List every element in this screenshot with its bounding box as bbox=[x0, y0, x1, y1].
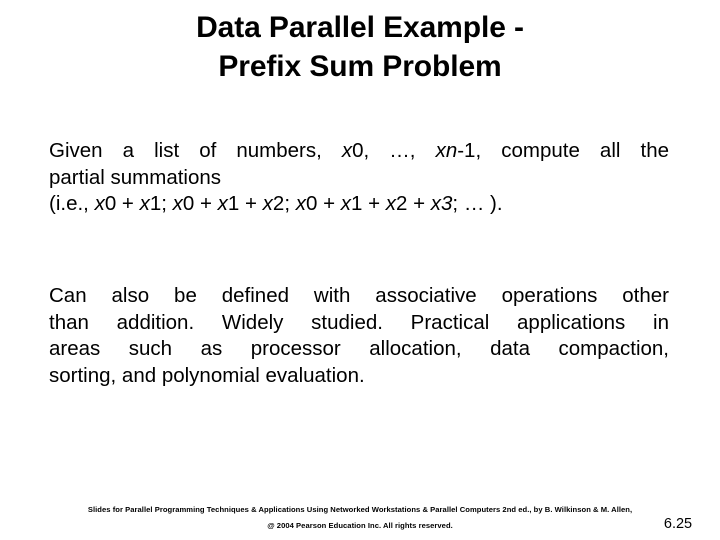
math-variable-index: 3 bbox=[441, 192, 453, 215]
footer-copyright-line: @ 2004 Pearson Education Inc. All rights… bbox=[267, 521, 453, 530]
math-variable-x: x bbox=[430, 192, 442, 215]
math-variable-x: x bbox=[172, 192, 183, 215]
text-run: 0 + bbox=[104, 192, 140, 215]
math-variable-x: x bbox=[217, 192, 228, 215]
slide-title-line-1: Data Parallel Example - bbox=[196, 11, 524, 44]
text-run: 0 + bbox=[182, 192, 218, 215]
text-run: 1; bbox=[149, 192, 173, 215]
body-paragraph-two: Can also be defined with associative ope… bbox=[49, 283, 669, 389]
paragraph-one-line-2: partial summations bbox=[49, 165, 222, 189]
text-run: Given a list of numbers, bbox=[49, 139, 342, 162]
text-run: 1 + bbox=[227, 192, 263, 215]
text-run: 2; bbox=[272, 192, 296, 215]
slide-canvas: Data Parallel Example - Prefix Sum Probl… bbox=[0, 0, 720, 540]
math-variable-x: x bbox=[340, 192, 351, 215]
paragraph-two-line-4: sorting, and polynomial evaluation. bbox=[49, 363, 365, 387]
footer-credit-line: Slides for Parallel Programming Techniqu… bbox=[87, 505, 633, 514]
text-run: 1 + bbox=[350, 192, 386, 215]
text-run: 0, …, bbox=[352, 139, 436, 162]
body-paragraph-one: Given a list of numbers, x0, …, xn-1, co… bbox=[49, 138, 669, 218]
text-run: (i.e., bbox=[49, 192, 95, 215]
math-variable-x: x bbox=[295, 192, 306, 215]
text-run: ; … ). bbox=[452, 192, 503, 215]
math-variable-x: x bbox=[94, 192, 105, 215]
paragraph-two-line-1: Can also be defined with associative ope… bbox=[49, 284, 669, 307]
paragraph-one-line-1: Given a list of numbers, x0, …, xn-1, co… bbox=[49, 138, 669, 165]
text-run: 0 + bbox=[305, 192, 341, 215]
paragraph-two-line-3: areas such as processor allocation, data… bbox=[49, 337, 669, 360]
math-variable-xn: xn bbox=[435, 139, 458, 162]
page-number: 6.25 bbox=[663, 516, 693, 532]
math-variable-x: x bbox=[385, 192, 396, 215]
text-run: -1, compute all the bbox=[457, 139, 669, 162]
math-variable-x: x bbox=[262, 192, 273, 215]
paragraph-two-line-2: than addition. Widely studied. Practical… bbox=[49, 310, 669, 334]
slide-title: Data Parallel Example - Prefix Sum Probl… bbox=[60, 8, 660, 86]
slide-title-line-2: Prefix Sum Problem bbox=[218, 50, 502, 83]
math-variable-x: x bbox=[139, 192, 150, 215]
text-run: 2 + bbox=[396, 192, 431, 215]
math-variable-x: x bbox=[341, 139, 353, 162]
paragraph-one-line-3: (i.e., x0 + x1; x0 + x1 + x2; x0 + x1 + … bbox=[49, 191, 669, 218]
